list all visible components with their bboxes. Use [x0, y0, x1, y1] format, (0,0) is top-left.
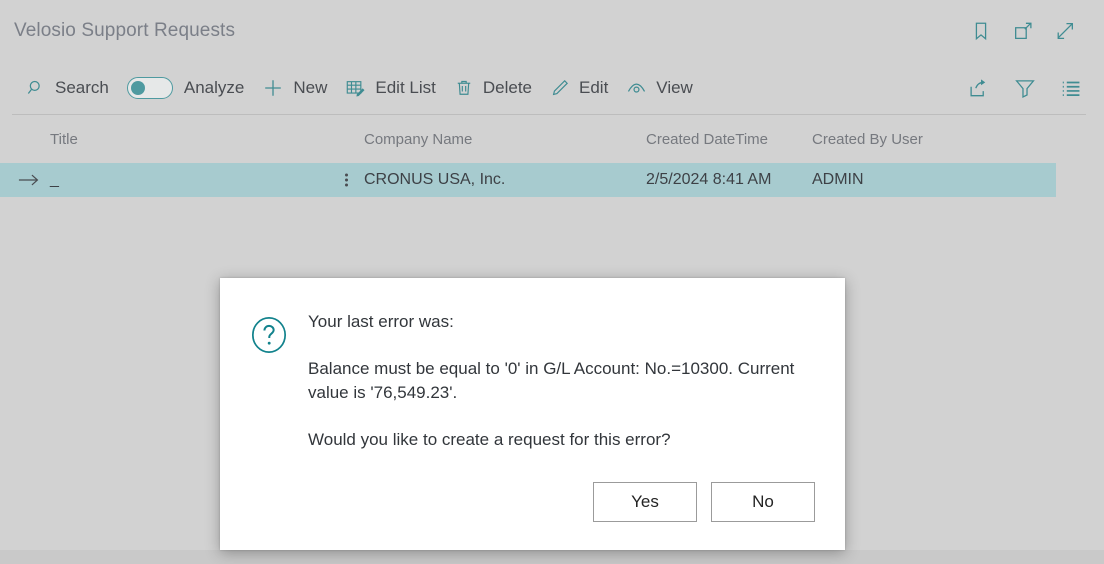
question-mark-icon [251, 317, 287, 353]
modal-overlay: Your last error was: Balance must be equ… [0, 0, 1104, 564]
dialog-line-2: Balance must be equal to '0' in G/L Acco… [308, 358, 795, 403]
no-button[interactable]: No [711, 482, 815, 522]
application-window: Velosio Support Requests Search Analyze … [0, 0, 1104, 564]
dialog-line-1: Your last error was: [308, 312, 454, 331]
yes-button[interactable]: Yes [593, 482, 697, 522]
confirmation-dialog: Your last error was: Balance must be equ… [220, 278, 845, 550]
dialog-line-3: Would you like to create a request for t… [308, 429, 671, 449]
dialog-body: Your last error was: Balance must be equ… [220, 278, 845, 453]
dialog-message: Your last error was: Balance must be equ… [308, 310, 815, 453]
dialog-actions: Yes No [593, 482, 815, 522]
